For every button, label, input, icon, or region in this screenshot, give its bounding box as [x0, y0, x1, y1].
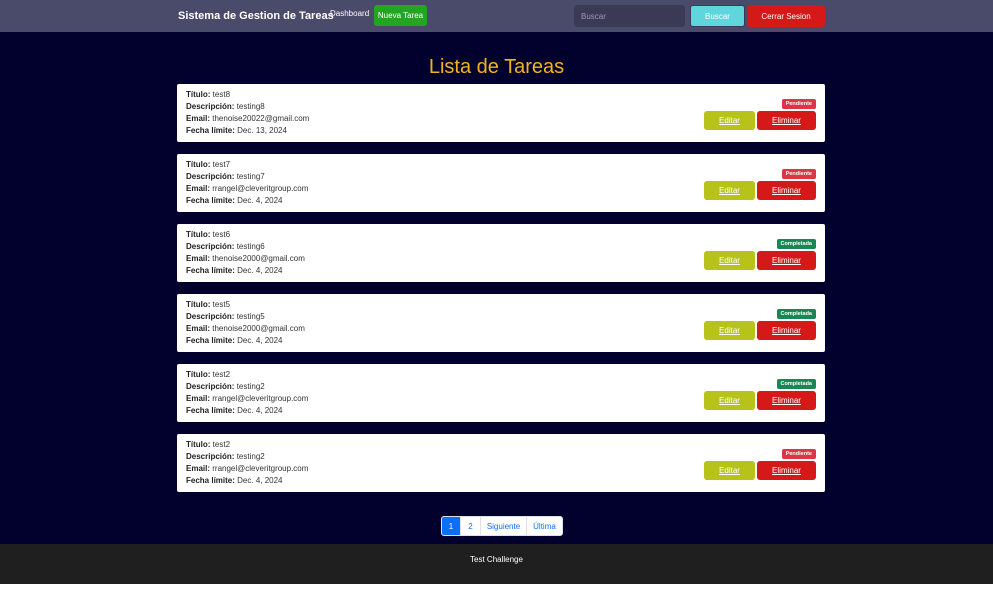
- task-card: Título: test5 Descripción: testing5 Emai…: [177, 294, 825, 352]
- description-label: Descripción:: [186, 382, 235, 391]
- due-date-label: Fecha límite:: [186, 336, 235, 345]
- status-badge: Pendiente: [781, 449, 816, 459]
- title-label: Título:: [186, 160, 211, 169]
- due-date-label: Fecha límite:: [186, 196, 235, 205]
- task-title: test5: [212, 300, 231, 309]
- title-label: Título:: [186, 440, 211, 449]
- title-label: Título:: [186, 300, 211, 309]
- task-description: testing7: [236, 172, 265, 181]
- edit-button[interactable]: Editar: [704, 251, 755, 270]
- task-card: Título: test2 Descripción: testing2 Emai…: [177, 434, 825, 492]
- page-title: Lista de Tareas: [428, 56, 565, 78]
- app-brand[interactable]: Sistema de Gestion de Tareas: [178, 10, 334, 22]
- navbar: Sistema de Gestion de Tareas Dashboard N…: [0, 0, 993, 32]
- task-card: Título: test8 Descripción: testing8 Emai…: [177, 84, 825, 142]
- task-description: testing2: [236, 382, 265, 391]
- delete-button[interactable]: Eliminar: [757, 181, 816, 200]
- edit-button[interactable]: Editar: [704, 391, 755, 410]
- delete-button[interactable]: Eliminar: [757, 461, 816, 480]
- edit-button[interactable]: Editar: [704, 181, 755, 200]
- task-due-date: Dec. 4, 2024: [237, 196, 283, 205]
- title-label: Título:: [186, 370, 211, 379]
- title-label: Título:: [186, 230, 211, 239]
- task-due-date: Dec. 13, 2024: [237, 126, 287, 135]
- email-label: Email:: [186, 464, 211, 473]
- status-badge: Completada: [776, 309, 816, 319]
- page-link-1[interactable]: 1: [442, 517, 460, 535]
- search-button[interactable]: Buscar: [690, 5, 745, 27]
- email-label: Email:: [186, 324, 211, 333]
- task-email: thenoise2000@gmail.com: [212, 324, 305, 333]
- email-label: Email:: [186, 114, 211, 123]
- footer-text: Test Challenge: [470, 555, 523, 564]
- main-content: Lista de Tareas Título: test8 Descripció…: [0, 32, 993, 544]
- delete-button[interactable]: Eliminar: [757, 251, 816, 270]
- description-label: Descripción:: [186, 452, 235, 461]
- task-email: rrangel@cleveritgroup.com: [212, 394, 309, 403]
- new-task-button[interactable]: Nueva Tarea: [374, 5, 427, 26]
- logout-button[interactable]: Cerrar Sesion: [747, 5, 825, 27]
- task-title: test8: [212, 90, 231, 99]
- due-date-label: Fecha límite:: [186, 126, 235, 135]
- email-label: Email:: [186, 254, 211, 263]
- due-date-label: Fecha límite:: [186, 266, 235, 275]
- delete-button[interactable]: Eliminar: [757, 391, 816, 410]
- description-label: Descripción:: [186, 102, 235, 111]
- pagination: 1 2 Siguiente Última: [441, 516, 563, 536]
- task-card: Título: test7 Descripción: testing7 Emai…: [177, 154, 825, 212]
- edit-button[interactable]: Editar: [704, 321, 755, 340]
- due-date-label: Fecha límite:: [186, 406, 235, 415]
- page-link-2[interactable]: 2: [460, 517, 480, 535]
- task-email: rrangel@cleveritgroup.com: [212, 184, 309, 193]
- task-email: rrangel@cleveritgroup.com: [212, 464, 309, 473]
- footer: Test Challenge: [0, 544, 993, 584]
- page-link-last[interactable]: Última: [526, 517, 562, 535]
- task-description: testing8: [236, 102, 265, 111]
- search-input[interactable]: [574, 5, 685, 27]
- email-label: Email:: [186, 184, 211, 193]
- task-description: testing5: [236, 312, 265, 321]
- task-card: Título: test2 Descripción: testing2 Emai…: [177, 364, 825, 422]
- task-due-date: Dec. 4, 2024: [237, 336, 283, 345]
- due-date-label: Fecha límite:: [186, 476, 235, 485]
- description-label: Descripción:: [186, 172, 235, 181]
- task-title: test2: [212, 370, 231, 379]
- task-due-date: Dec. 4, 2024: [237, 476, 283, 485]
- status-badge: Completada: [776, 379, 816, 389]
- status-badge: Completada: [776, 239, 816, 249]
- title-label: Título:: [186, 90, 211, 99]
- task-card: Título: test6 Descripción: testing6 Emai…: [177, 224, 825, 282]
- email-label: Email:: [186, 394, 211, 403]
- nav-link-dashboard[interactable]: Dashboard: [330, 9, 369, 18]
- task-title: test2: [212, 440, 231, 449]
- description-label: Descripción:: [186, 312, 235, 321]
- description-label: Descripción:: [186, 242, 235, 251]
- task-email: thenoise20022@gmail.com: [212, 114, 310, 123]
- task-description: testing2: [236, 452, 265, 461]
- task-description: testing6: [236, 242, 265, 251]
- status-badge: Pendiente: [781, 169, 816, 179]
- status-badge: Pendiente: [781, 99, 816, 109]
- delete-button[interactable]: Eliminar: [757, 111, 816, 130]
- task-due-date: Dec. 4, 2024: [237, 266, 283, 275]
- task-due-date: Dec. 4, 2024: [237, 406, 283, 415]
- page-link-next[interactable]: Siguiente: [480, 517, 526, 535]
- delete-button[interactable]: Eliminar: [757, 321, 816, 340]
- task-title: test7: [212, 160, 231, 169]
- task-email: thenoise2000@gmail.com: [212, 254, 305, 263]
- task-title: test6: [212, 230, 231, 239]
- edit-button[interactable]: Editar: [704, 111, 755, 130]
- edit-button[interactable]: Editar: [704, 461, 755, 480]
